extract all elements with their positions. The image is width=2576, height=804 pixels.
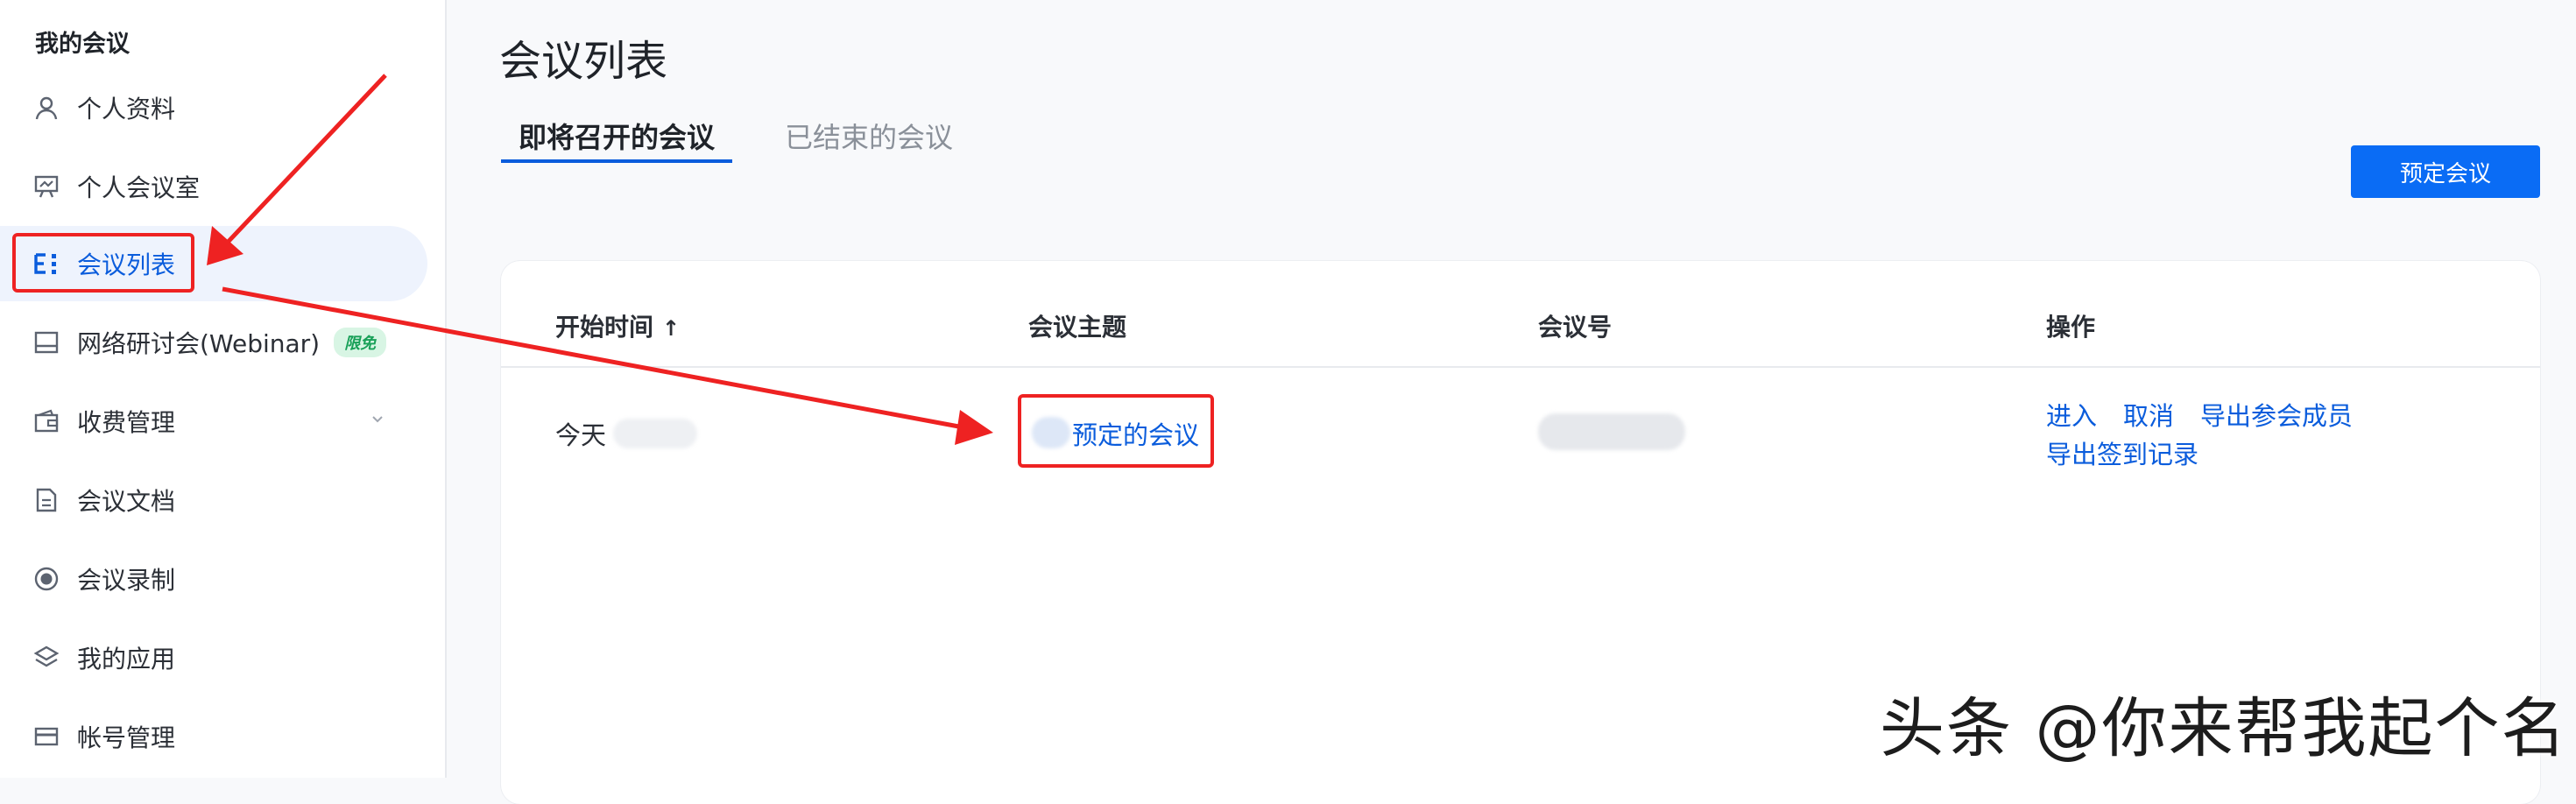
table-header-divider (501, 366, 2540, 368)
tab-upcoming[interactable]: 即将召开的会议 (519, 116, 715, 156)
page-title: 会议列表 (499, 37, 668, 86)
export-signin-link[interactable]: 导出签到记录 (2046, 434, 2198, 471)
export-attendees-link[interactable]: 导出参会成员 (2200, 396, 2353, 433)
user-icon (32, 93, 61, 123)
sidebar-item-label: 我的应用 (77, 645, 176, 674)
free-badge: 限免 (334, 328, 387, 357)
sidebar-item-label: 收费管理 (77, 408, 176, 437)
row-start-time: 今天 (555, 420, 607, 450)
header-meeting-id: 会议号 (1538, 313, 1613, 342)
monitor-icon (32, 328, 61, 357)
sidebar-item-label: 个人会议室 (77, 173, 201, 202)
presentation-icon (32, 172, 61, 201)
card-icon (32, 722, 61, 751)
sidebar-item-recordings[interactable]: 会议录制 (0, 541, 427, 617)
tab-ended[interactable]: 已结束的会议 (785, 116, 953, 156)
sidebar: 我的会议 个人资料 个人会议室 会议列表 网络研讨会(Webinar) 限免 收… (0, 0, 447, 778)
active-tab-indicator (501, 159, 732, 163)
sort-up-icon[interactable]: ↑ (662, 316, 680, 341)
sidebar-item-label: 会议文档 (77, 487, 176, 516)
sidebar-item-label: 网络研讨会(Webinar) (77, 329, 321, 358)
watermark-text: 头条 @你来帮我起个名 (1880, 691, 2568, 766)
layers-icon (32, 643, 61, 673)
redacted-time (613, 419, 697, 448)
sidebar-item-personal-room[interactable]: 个人会议室 (0, 149, 427, 224)
sidebar-item-apps[interactable]: 我的应用 (0, 620, 427, 695)
document-icon (32, 485, 61, 515)
sidebar-item-billing[interactable]: 收费管理 (0, 384, 427, 459)
sidebar-item-label: 会议录制 (77, 566, 176, 595)
header-actions: 操作 (2046, 313, 2096, 342)
header-topic: 会议主题 (1028, 313, 1127, 342)
cancel-link[interactable]: 取消 (2123, 396, 2174, 433)
enter-link[interactable]: 进入 (2046, 396, 2097, 433)
schedule-meeting-button[interactable]: 预定会议 (2351, 145, 2540, 198)
wallet-icon (32, 406, 61, 436)
sidebar-item-webinar[interactable]: 网络研讨会(Webinar) 限免 (0, 305, 427, 380)
sidebar-item-label: 个人资料 (77, 95, 176, 123)
annotation-box-topic (1018, 394, 1214, 468)
chevron-down-icon[interactable] (371, 413, 384, 426)
sidebar-item-documents[interactable]: 会议文档 (0, 462, 427, 538)
sidebar-item-label: 帐号管理 (77, 723, 176, 752)
sidebar-item-account[interactable]: 帐号管理 (0, 699, 427, 774)
redacted-meeting-id (1538, 413, 1685, 450)
header-start-time[interactable]: 开始时间 ↑ (555, 308, 680, 343)
sidebar-title: 我的会议 (35, 31, 130, 58)
record-icon (32, 564, 61, 594)
annotation-box-menu (12, 233, 194, 293)
sidebar-item-profile[interactable]: 个人资料 (0, 70, 427, 145)
